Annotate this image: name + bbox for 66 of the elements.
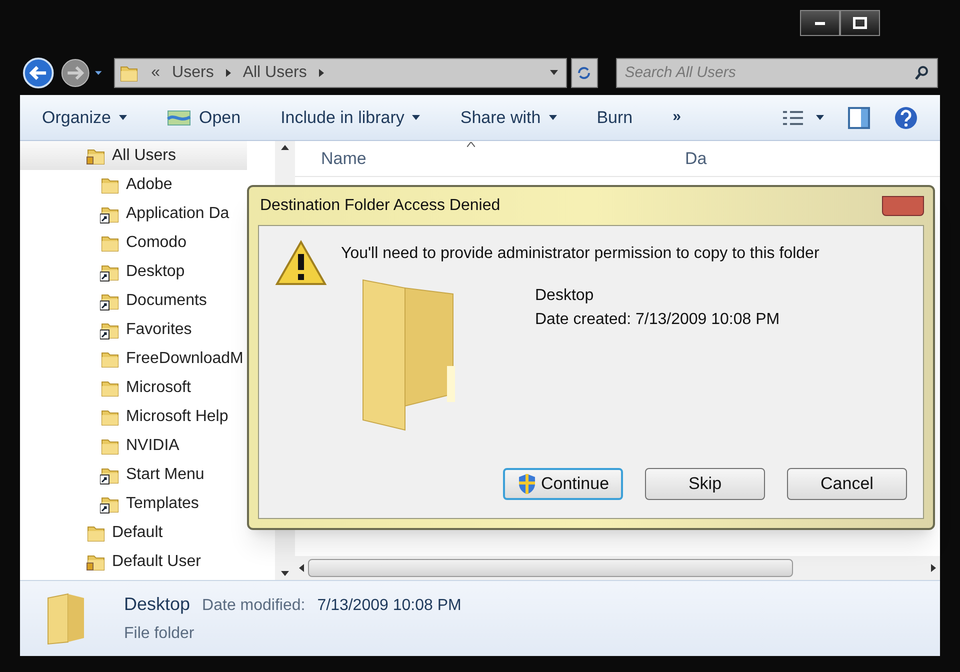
scroll-up-arrow[interactable]	[281, 145, 289, 150]
window-maximize-button[interactable]	[840, 10, 880, 36]
history-caret-icon	[95, 70, 102, 74]
toolbar-button[interactable]: Include in library	[280, 104, 420, 130]
address-bar[interactable]: « Users All Users	[114, 58, 567, 88]
view-list-icon	[782, 108, 804, 126]
tree-item[interactable]: Adobe	[20, 170, 247, 199]
tree-item[interactable]: Default	[20, 518, 247, 547]
tree-item[interactable]: Application Da	[20, 199, 247, 228]
address-dropdown-icon	[550, 70, 558, 75]
tree-item[interactable]: Favorites	[20, 315, 247, 344]
scrollbar-thumb[interactable]	[308, 559, 793, 577]
refresh-icon	[576, 64, 592, 80]
view-caret-icon	[816, 115, 824, 120]
dropdown-caret-icon	[118, 115, 127, 120]
dialog-button[interactable]: Skip	[645, 468, 765, 500]
dropdown-caret-icon	[412, 115, 420, 120]
tree-item[interactable]: FreeDownloadM	[20, 344, 247, 373]
more-commands-button[interactable]: »	[672, 106, 681, 129]
tree-item[interactable]: Microsoft	[20, 373, 247, 402]
column-header[interactable]: Name	[321, 146, 685, 172]
search-icon	[914, 64, 930, 80]
toolbar-button[interactable]: Share with	[460, 104, 557, 130]
scroll-left-arrow[interactable]	[299, 564, 304, 572]
dialog-message: You'll need to provide administrator permission to copy to this folder	[341, 244, 820, 264]
breadcrumb[interactable]: All Users	[242, 60, 307, 84]
file-name: Desktop	[124, 593, 190, 616]
detail-label: Date modified:	[202, 596, 306, 616]
toolbar-button[interactable]: Organize	[42, 104, 127, 130]
detail-value: 7/13/2009 10:08 PM	[317, 596, 462, 616]
address-overflow[interactable]: «	[151, 60, 160, 84]
help-icon	[894, 106, 918, 130]
tree-item[interactable]: NVIDIA	[20, 431, 247, 460]
open-icon	[166, 108, 191, 126]
breadcrumb[interactable]: Users	[172, 60, 214, 84]
maximize-icon	[853, 17, 867, 29]
tree-item[interactable]: Desktop	[20, 257, 247, 286]
minimize-icon	[815, 22, 825, 24]
toolbar-button[interactable]: Burn	[596, 104, 633, 130]
sort-caret-icon	[467, 142, 475, 147]
breadcrumb-arrow-icon	[318, 68, 324, 76]
tree-item[interactable]: Default User	[20, 547, 247, 576]
scroll-down-arrow[interactable]	[281, 571, 289, 576]
warning-icon	[275, 240, 327, 286]
tree-item[interactable]: All Users	[20, 141, 247, 170]
item-detail: Date created: 7/13/2009 10:08 PM	[535, 310, 780, 330]
dropdown-caret-icon	[548, 115, 557, 120]
column-header[interactable]: Da	[685, 146, 707, 172]
preview-pane-icon	[848, 106, 870, 128]
dialog-button[interactable]: Continue	[503, 468, 623, 500]
tree-item[interactable]: Microsoft Help	[20, 402, 247, 431]
window-minimize-button[interactable]	[800, 10, 840, 36]
tree-item[interactable]: Documents	[20, 286, 247, 315]
breadcrumb-arrow-icon	[226, 68, 231, 76]
item-name: Desktop	[535, 286, 595, 306]
shield-icon	[516, 473, 537, 495]
refresh-button[interactable]	[570, 58, 598, 88]
tree-item[interactable]: Templates	[20, 489, 247, 518]
tree-item[interactable]: Comodo	[20, 228, 247, 257]
scroll-right-arrow[interactable]	[931, 564, 936, 572]
toolbar-button[interactable]: Open	[166, 104, 241, 130]
dialog-title: Destination Folder Access Denied	[259, 196, 500, 216]
tree-item[interactable]: Start Menu	[20, 460, 247, 489]
file-type: File folder	[124, 624, 196, 644]
search-field[interactable]: Search All Users	[616, 58, 938, 88]
dialog-button[interactable]: Cancel	[787, 468, 907, 500]
